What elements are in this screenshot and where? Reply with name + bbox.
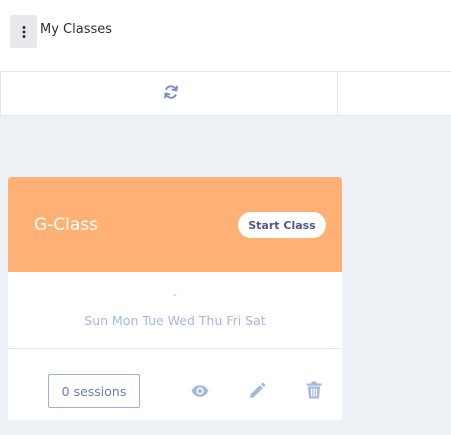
class-card-header: G-Class Start Class xyxy=(8,177,342,272)
start-class-button[interactable]: Start Class xyxy=(238,212,326,238)
class-card: G-Class Start Class - Sun Mon Tue Wed Th… xyxy=(8,177,342,420)
page-title: My Classes xyxy=(40,22,113,37)
class-time: - xyxy=(173,290,177,301)
trash-icon[interactable] xyxy=(304,380,324,400)
refresh-icon[interactable] xyxy=(162,83,180,101)
top-bar: My Classes xyxy=(0,0,451,71)
menu-button[interactable] xyxy=(10,15,37,48)
eye-icon[interactable] xyxy=(190,381,210,401)
class-name: G-Class xyxy=(34,215,99,235)
pencil-icon[interactable] xyxy=(247,381,267,401)
card-divider xyxy=(8,348,342,349)
class-days: Sun Mon Tue Wed Thu Fri Sat xyxy=(84,313,266,328)
sessions-button[interactable]: 0 sessions xyxy=(48,374,140,408)
toolbar xyxy=(0,71,451,116)
refresh-cell xyxy=(0,72,338,116)
kebab-menu-icon xyxy=(22,25,26,38)
